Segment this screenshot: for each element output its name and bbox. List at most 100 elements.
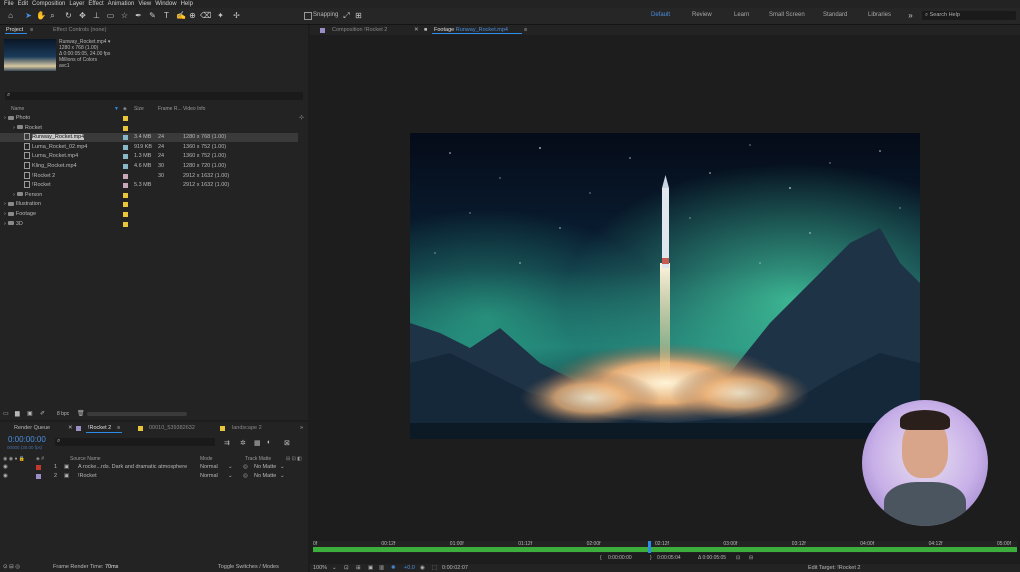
track-matte-icon[interactable]: ◎ (243, 463, 248, 472)
new-composition-icon[interactable]: ▣ (27, 409, 33, 419)
resolution-icon[interactable]: ▥ (379, 564, 384, 572)
snapshot-icon[interactable]: ◉ (420, 564, 425, 572)
layer-source-name[interactable]: A rocke...rds. Dark and dramatic atmosph… (78, 463, 187, 472)
adjust-icon[interactable]: ✐ (40, 409, 45, 419)
tab-composition[interactable]: Composition !Rocket 2 (332, 25, 387, 35)
thumbnail-size-slider[interactable] (87, 412, 187, 416)
chevron-right-icon[interactable]: › (13, 125, 15, 131)
layer-mode-dropdown[interactable]: Normal (200, 472, 218, 481)
chevron-down-icon[interactable]: ⌄ (332, 564, 337, 572)
label-color-swatch[interactable] (123, 154, 128, 160)
brush-tool-icon[interactable]: ✍ (176, 11, 186, 20)
new-folder-icon[interactable]: ▆ (15, 409, 20, 419)
column-source-name[interactable]: Source Name (70, 455, 101, 463)
file-row[interactable]: !Rocket 5.3 MB 2912 x 1632 (1.00) (0, 181, 298, 190)
tab-render-queue[interactable]: Render Queue (14, 422, 50, 434)
label-column-icon[interactable]: ◈ (123, 105, 127, 114)
chevron-down-icon[interactable]: ⌄ (228, 463, 233, 472)
out-point[interactable]: 0:00:05:04 (657, 554, 697, 562)
chevron-down-icon[interactable]: ⌄ (280, 472, 285, 481)
mask-visibility-icon[interactable]: ▣ (368, 564, 373, 572)
layer-source-name[interactable]: !Rocket (78, 472, 97, 481)
anchor-tool-icon[interactable]: ⊥ (92, 11, 101, 20)
roto-brush-icon[interactable]: ✦ (216, 11, 225, 20)
label-color-swatch[interactable] (123, 116, 128, 121)
pen-tool-icon[interactable]: ✒ (134, 11, 143, 20)
more-workspaces-icon[interactable]: » (906, 11, 915, 20)
grid-icon[interactable]: ⊞ (356, 564, 361, 572)
panel-menu-icon[interactable]: ≡ (524, 25, 527, 35)
overlay-edit-icon[interactable]: ⊟ (749, 554, 753, 562)
layer-label-swatch[interactable] (36, 474, 41, 479)
graph-editor-icon[interactable]: ⊠ (284, 439, 290, 447)
track-matte-icon[interactable]: ◎ (243, 472, 248, 481)
menu-file[interactable]: File (4, 0, 14, 8)
lock-icon[interactable]: ■ (424, 25, 427, 35)
label-color-swatch[interactable] (123, 144, 128, 150)
close-icon[interactable]: ✕ (68, 422, 73, 434)
tab-landscape[interactable]: landscape 2 (232, 422, 262, 434)
exposure-icon[interactable]: ✺ (391, 564, 396, 572)
footage-time-ruler[interactable]: 0f 00:12f 01:00f 01:12f 02:00f 02:12f 03:00f 03… (313, 541, 1017, 553)
label-color-swatch[interactable] (123, 183, 128, 189)
label-color-swatch[interactable] (123, 173, 128, 179)
menu-help[interactable]: Help (181, 0, 193, 8)
workspace-review[interactable]: Review (692, 12, 712, 18)
set-in-icon[interactable]: { (600, 554, 602, 562)
switches-icon[interactable]: ⊟ ⊡ ◧ (286, 455, 302, 463)
menu-animation[interactable]: Animation (108, 0, 135, 8)
folder-row[interactable]: › Illustration (0, 200, 298, 209)
column-track-matte[interactable]: Track Matte (245, 455, 271, 463)
label-color-swatch[interactable] (123, 221, 128, 227)
snap-icon[interactable]: ⤢ (342, 11, 351, 20)
track-matte-dropdown[interactable]: No Matte (254, 463, 276, 472)
flowchart-icon[interactable]: ⊹ (299, 114, 304, 121)
folder-row[interactable]: › Footage (0, 210, 298, 219)
workspace-default[interactable]: Default (651, 12, 670, 18)
track-matte-dropdown[interactable]: No Matte (254, 472, 276, 481)
bit-depth-label[interactable]: 8 bpc (57, 409, 69, 419)
snapping-checkbox[interactable] (304, 12, 312, 20)
file-row[interactable]: Runway_Rocket.mp4 3.4 MB 24 1280 x 768 (1.0… (0, 133, 298, 143)
label-color-swatch[interactable] (123, 192, 128, 198)
eye-icon[interactable]: ◉ (3, 472, 8, 481)
playhead[interactable] (648, 541, 651, 553)
snap-grid-icon[interactable]: ⊞ (354, 11, 363, 20)
chevron-down-icon[interactable]: ⌄ (228, 472, 233, 481)
hand-tool-icon[interactable]: ✋ (36, 11, 46, 20)
set-out-icon[interactable]: } (650, 554, 652, 562)
tab-00010[interactable]: 00010_539382632 (149, 422, 195, 434)
solo-icon[interactable]: ✲ (240, 439, 246, 447)
file-row[interactable]: Luma_Rocket.mp4 1.3 MB 24 1360 x 752 (1.00) (0, 152, 298, 161)
menu-composition[interactable]: Composition (32, 0, 65, 8)
file-row[interactable]: Kling_Rocket.mp4 4.6 MB 30 1280 x 720 (1.00… (0, 162, 298, 171)
folder-row[interactable]: › Person (0, 191, 298, 200)
column-video-info[interactable]: Video Info (183, 105, 205, 114)
search-help-input[interactable]: ⌕ Search Help (922, 11, 1016, 20)
column-frame-rate[interactable]: Frame R... (158, 105, 182, 114)
frame-blend-icon[interactable]: ▦ (254, 439, 261, 447)
selection-tool-icon[interactable]: ➤ (24, 11, 33, 20)
panel-menu-icon[interactable]: ≡ (30, 25, 33, 35)
label-color-swatch[interactable] (123, 135, 128, 141)
layer-label-swatch[interactable] (36, 465, 41, 470)
timeline-search-input[interactable]: ⌕ (55, 438, 215, 446)
label-color-swatch[interactable] (123, 202, 128, 208)
layer-row[interactable]: ◉ 1 ▣ A rocke...rds. Dark and dramatic atmo… (0, 463, 308, 472)
file-row[interactable]: Luma_Rocket_02.mp4 919 KB 24 1360 x 752 (1.… (0, 142, 298, 152)
chevron-right-icon[interactable]: › (13, 192, 15, 198)
eraser-tool-icon[interactable]: ⌫ (200, 11, 211, 20)
menu-effect[interactable]: Effect (88, 0, 103, 8)
tab-effect-controls[interactable]: Effect Controls (none) (53, 25, 106, 35)
project-search-input[interactable]: ⌕ (5, 92, 303, 100)
puppet-tool-icon[interactable]: ✢ (232, 11, 241, 20)
column-mode[interactable]: Mode (200, 455, 213, 463)
column-size[interactable]: Size (134, 105, 144, 114)
exposure-value[interactable]: +0.0 (404, 564, 415, 572)
timeline-timecode[interactable]: 0:00:00:00 (8, 435, 46, 444)
layer-mode-dropdown[interactable]: Normal (200, 463, 218, 472)
close-icon[interactable]: ✕ (414, 25, 419, 35)
in-point[interactable]: 0:00:00:00 (608, 554, 648, 562)
more-tabs-icon[interactable]: » (300, 422, 303, 434)
label-color-swatch[interactable] (123, 125, 128, 131)
